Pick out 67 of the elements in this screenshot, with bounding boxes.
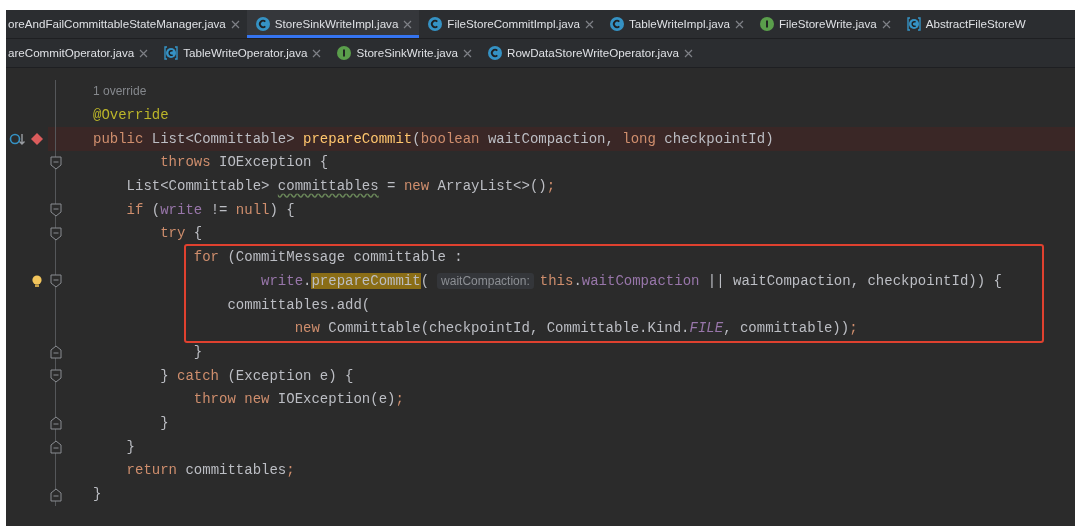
file-tab[interactable]: StoreSinkWriteImpl.java xyxy=(246,10,420,38)
tab-label: AbstractFileStoreW xyxy=(925,16,1026,33)
code-line: write.prepareCommit( waitCompaction: this.waitCompaction || waitCompaction, checkpointId)) { xyxy=(260,271,1002,291)
code-line: } catch (Exception e) { xyxy=(159,366,354,386)
code-line: } xyxy=(93,485,102,505)
code-line: List<Committable> committables = new ArrayList<>(); xyxy=(125,177,556,197)
fold-marker-icon[interactable] xyxy=(50,155,62,170)
class-icon xyxy=(488,46,503,60)
code-line: throws IOException { xyxy=(159,153,329,173)
file-tab[interactable]: RowDataStoreWriteOperator.java xyxy=(479,39,700,67)
close-icon xyxy=(683,48,693,58)
file-tab[interactable]: areCommitOperator.java xyxy=(6,39,156,67)
code-line: try { xyxy=(159,224,203,244)
interface-icon xyxy=(760,17,774,31)
close-icon xyxy=(463,48,473,58)
tab-label: oreAndFailCommittableStateManager.java xyxy=(8,16,226,33)
fold-marker-icon[interactable] xyxy=(50,345,62,360)
file-tab[interactable]: TableWriteImpl.java xyxy=(601,10,751,38)
class-icon xyxy=(428,17,443,31)
close-icon xyxy=(881,19,891,29)
file-tab[interactable]: FileStoreWrite.java xyxy=(751,10,898,38)
override-icon xyxy=(9,132,25,147)
abstract-class-icon xyxy=(906,17,921,31)
close-icon xyxy=(139,48,149,58)
close-icon xyxy=(230,19,240,29)
file-tab[interactable]: AbstractFileStoreW xyxy=(897,10,1033,38)
code-line: if (write != null) { xyxy=(125,200,295,220)
class-icon xyxy=(255,17,270,31)
tab-label: StoreSinkWriteImpl.java xyxy=(274,16,399,33)
tab-label: FileStoreCommitImpl.java xyxy=(447,16,581,33)
tab-label: areCommitOperator.java xyxy=(8,45,135,62)
close-icon xyxy=(735,19,744,29)
tab-label: StoreSinkWrite.java xyxy=(356,45,459,62)
fold-marker-icon[interactable] xyxy=(50,369,62,384)
code-line: new Committable(checkpointId, Committable.Kind.FILE, committable)); xyxy=(293,319,858,339)
file-tab[interactable]: StoreSinkWrite.java xyxy=(328,39,480,67)
code-line: } xyxy=(125,437,135,457)
interface-icon xyxy=(337,46,352,60)
fold-marker-icon[interactable] xyxy=(50,226,62,241)
fold-marker-icon[interactable] xyxy=(50,487,62,502)
fold-marker-icon[interactable] xyxy=(50,440,62,455)
fold-marker-icon[interactable] xyxy=(50,203,62,218)
tab-label: FileStoreWrite.java xyxy=(779,16,877,33)
tab-label: TableWriteImpl.java xyxy=(629,16,730,33)
class-icon xyxy=(610,17,625,31)
file-tab[interactable]: oreAndFailCommittableStateManager.java xyxy=(6,10,247,38)
code-line: committables.add( xyxy=(226,295,371,315)
lightbulb-icon xyxy=(30,274,44,289)
tab-label: TableWriteOperator.java xyxy=(183,45,308,62)
fold-marker-icon[interactable] xyxy=(50,416,62,431)
code-line: @Override xyxy=(93,106,169,126)
abstract-class-icon xyxy=(164,46,179,60)
code-line: return committables; xyxy=(125,461,295,481)
tab-label: RowDataStoreWriteOperator.java xyxy=(507,45,679,62)
close-icon xyxy=(403,19,413,29)
code-line: for (CommitMessage committable : xyxy=(192,248,463,268)
file-tab[interactable]: FileStoreCommitImpl.java xyxy=(419,10,602,38)
close-icon xyxy=(585,19,595,29)
close-icon xyxy=(312,48,322,58)
code-line: } xyxy=(192,342,203,362)
code-line: public List<Committable> prepareCommit(boolean waitCompaction, long checkpointId) xyxy=(93,129,774,149)
code-line: throw new IOException(e); xyxy=(192,390,404,410)
fold-marker-icon[interactable] xyxy=(50,274,62,289)
breakpoint-icon xyxy=(30,132,44,147)
file-tab[interactable]: TableWriteOperator.java xyxy=(155,39,329,67)
code-line: } xyxy=(159,413,169,433)
usage-hint: 1 override xyxy=(93,83,147,101)
